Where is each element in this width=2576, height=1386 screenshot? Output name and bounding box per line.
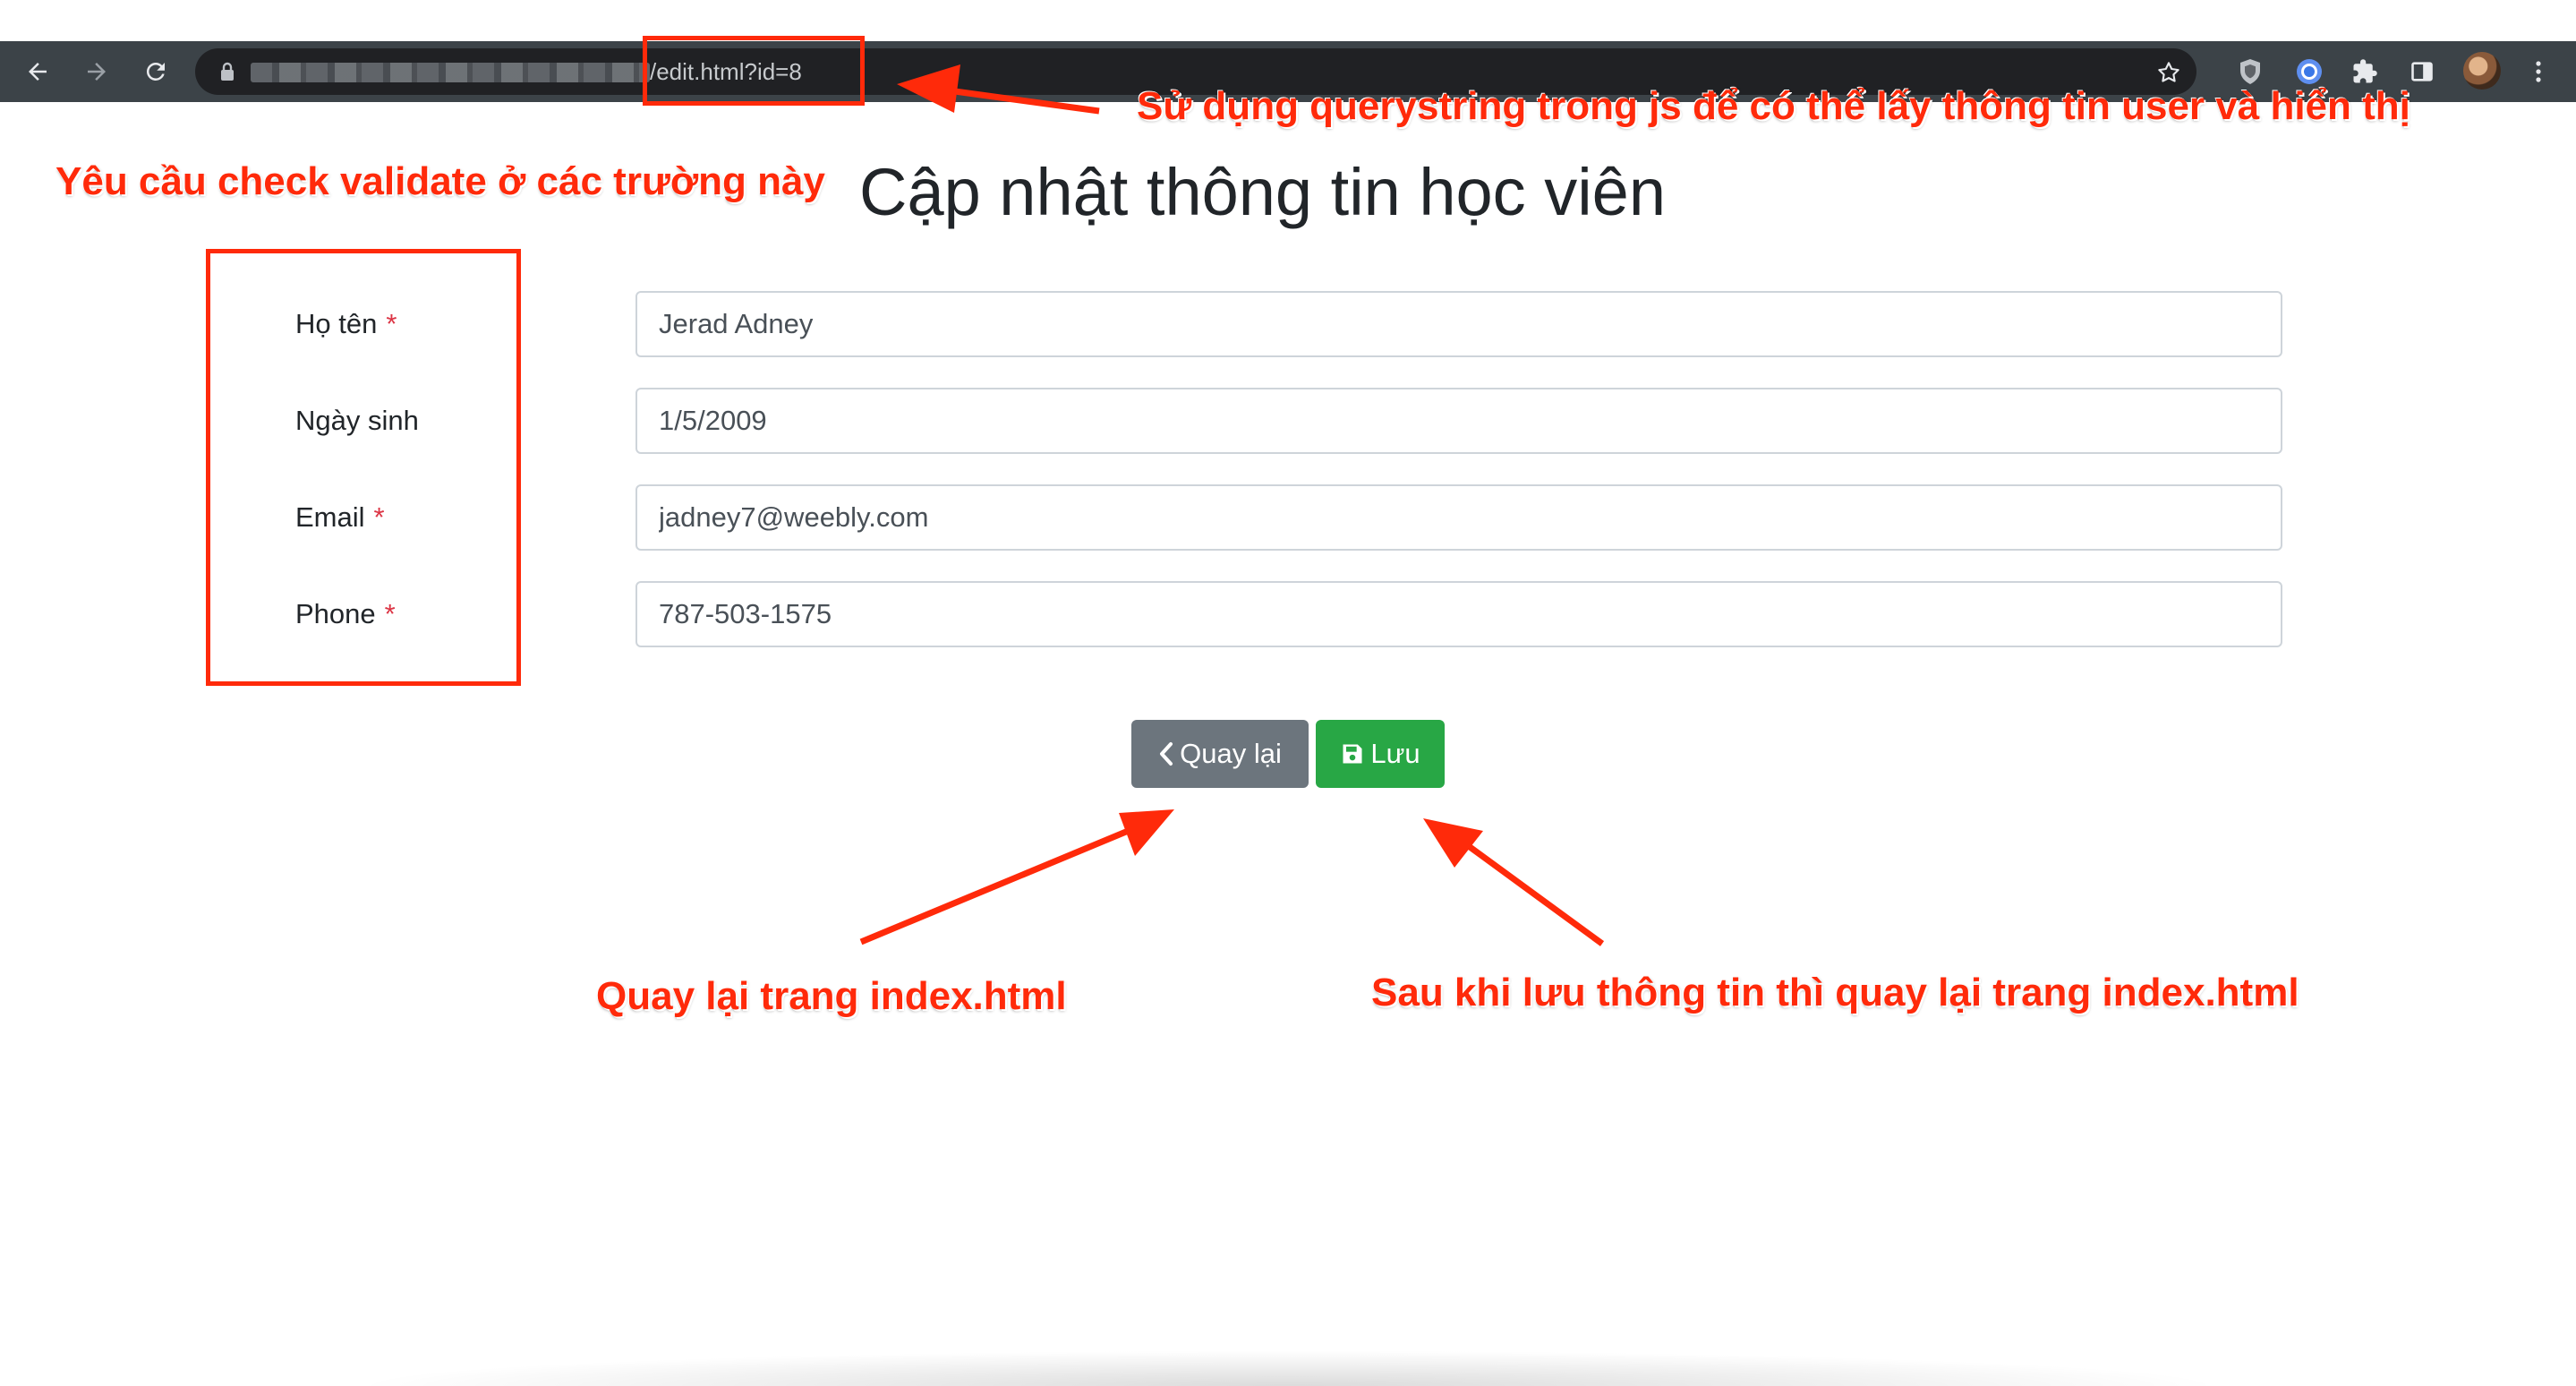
back-button-label: Quay lại xyxy=(1180,738,1282,769)
lock-icon xyxy=(217,61,238,82)
avatar[interactable] xyxy=(2463,52,2501,90)
more-vertical-icon[interactable] xyxy=(2521,54,2556,90)
save-button-label: Lưu xyxy=(1370,738,1420,769)
annotation-arrowhead-back xyxy=(1119,809,1174,856)
window-top-strip xyxy=(0,0,2576,41)
save-button[interactable]: Lưu xyxy=(1316,720,1445,788)
fullname-input[interactable] xyxy=(635,291,2282,357)
annotation-arrow-save xyxy=(1460,839,1605,946)
annotation-url-box xyxy=(643,36,865,106)
email-input[interactable] xyxy=(635,484,2282,551)
arrow-left-icon[interactable] xyxy=(13,41,63,102)
annotation-fields-box xyxy=(206,249,521,686)
birthday-input[interactable] xyxy=(635,388,2282,454)
floppy-disk-icon xyxy=(1343,744,1362,764)
window-bottom-shadow xyxy=(349,1350,2229,1386)
annotation-save-note: Sau khi lưu thông tin thì quay lại trang… xyxy=(1371,971,2299,1014)
blurred-url-host xyxy=(251,63,650,82)
back-button[interactable]: Quay lại xyxy=(1131,720,1309,788)
reload-icon[interactable] xyxy=(131,41,181,102)
arrow-right-icon[interactable] xyxy=(72,41,122,102)
phone-input[interactable] xyxy=(635,581,2282,647)
chevron-left-icon xyxy=(1160,742,1173,766)
annotation-querystring-note: Sử dụng querystring trong js để có thể l… xyxy=(1137,84,2410,128)
star-icon[interactable] xyxy=(2155,59,2182,86)
annotation-arrowhead-save xyxy=(1423,818,1483,868)
page-title: Cập nhật thông tin học viên xyxy=(859,155,1666,229)
annotation-back-note: Quay lại trang index.html xyxy=(596,974,1067,1018)
annotation-validate-note: Yêu cầu check validate ở các trường này xyxy=(55,159,825,203)
annotation-arrow-back xyxy=(859,824,1139,945)
